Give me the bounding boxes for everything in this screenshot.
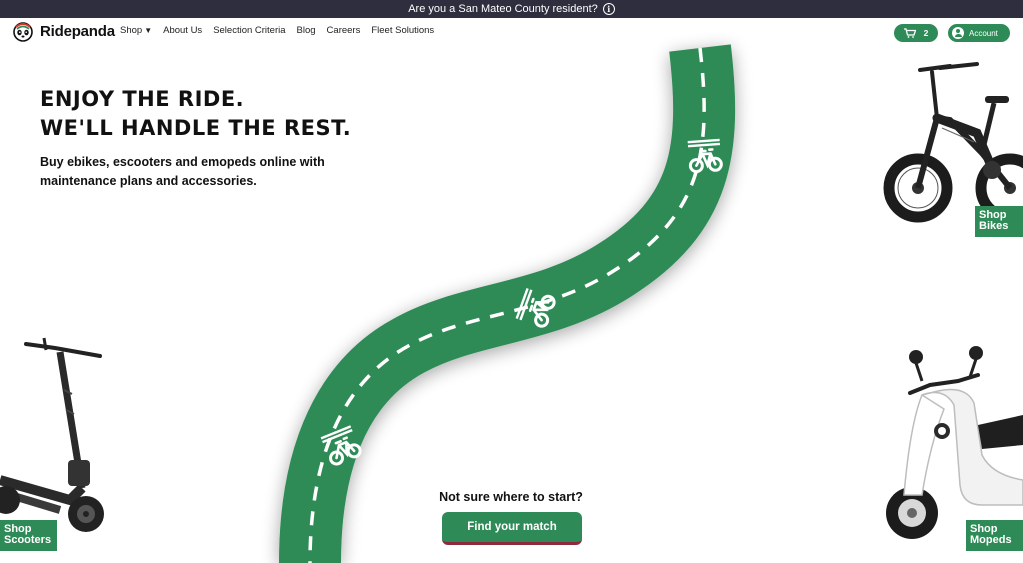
emoped-product-image[interactable] (882, 345, 1023, 545)
find-your-match-button[interactable]: Find your match (442, 512, 582, 545)
info-icon[interactable]: i (602, 3, 615, 15)
escooter-product-image[interactable] (0, 330, 110, 540)
logo[interactable]: Ridepanda (12, 20, 115, 42)
logo-text: Ridepanda (40, 22, 115, 40)
cart-count: 2 (923, 28, 929, 38)
hero-title-line1: ENJOY THE RIDE. (40, 87, 245, 111)
cta-question: Not sure where to start? (439, 490, 583, 504)
nav-selection-criteria[interactable]: Selection Criteria (213, 25, 285, 36)
cart-icon (903, 28, 916, 38)
shop-mopeds-label-line2: Mopeds (970, 534, 1012, 546)
nav-fleet-solutions[interactable]: Fleet Solutions (371, 25, 434, 36)
cart-button[interactable]: 2 (894, 24, 938, 42)
user-icon (952, 27, 964, 39)
shop-scooters-label-line2: Scooters (4, 534, 52, 546)
hero-title: ENJOY THE RIDE. WE'LL HANDLE THE REST. (40, 85, 351, 143)
nav-shop[interactable]: Shop ▼ (120, 25, 152, 36)
bike-lane-symbol-middle (515, 286, 558, 331)
announcement-text[interactable]: Are you a San Mateo County resident? (408, 3, 598, 15)
account-label: Account (969, 28, 998, 38)
nav-links: Shop ▼ About Us Selection Criteria Blog C… (120, 25, 434, 36)
account-button[interactable]: Account (948, 24, 1010, 42)
hero-title-line2: WE'LL HANDLE THE REST. (40, 116, 352, 140)
bike-lane-symbol-bottom (319, 424, 364, 468)
announcement-bar[interactable]: Are you a San Mateo County resident? i (0, 0, 1023, 18)
ebike-product-image[interactable] (882, 58, 1023, 230)
nav-shop-label: Shop (120, 25, 143, 36)
shop-bikes-button[interactable]: Shop Bikes (975, 206, 1023, 237)
bike-lane-symbol-top (686, 138, 724, 174)
nav-careers[interactable]: Careers (327, 25, 361, 36)
shop-bikes-label-line2: Bikes (979, 220, 1009, 232)
nav-about-us[interactable]: About Us (163, 25, 202, 36)
main-nav: Ridepanda Shop ▼ About Us Selection Crite… (0, 18, 1023, 47)
panda-logo-icon (13, 22, 33, 42)
nav-blog[interactable]: Blog (297, 25, 316, 36)
chevron-down-icon: ▼ (144, 26, 153, 35)
shop-scooters-button[interactable]: Shop Scooters (0, 520, 57, 551)
shop-mopeds-button[interactable]: Shop Mopeds (966, 520, 1023, 551)
hero-subtitle: Buy ebikes, escooters and emopeds online… (40, 155, 325, 188)
